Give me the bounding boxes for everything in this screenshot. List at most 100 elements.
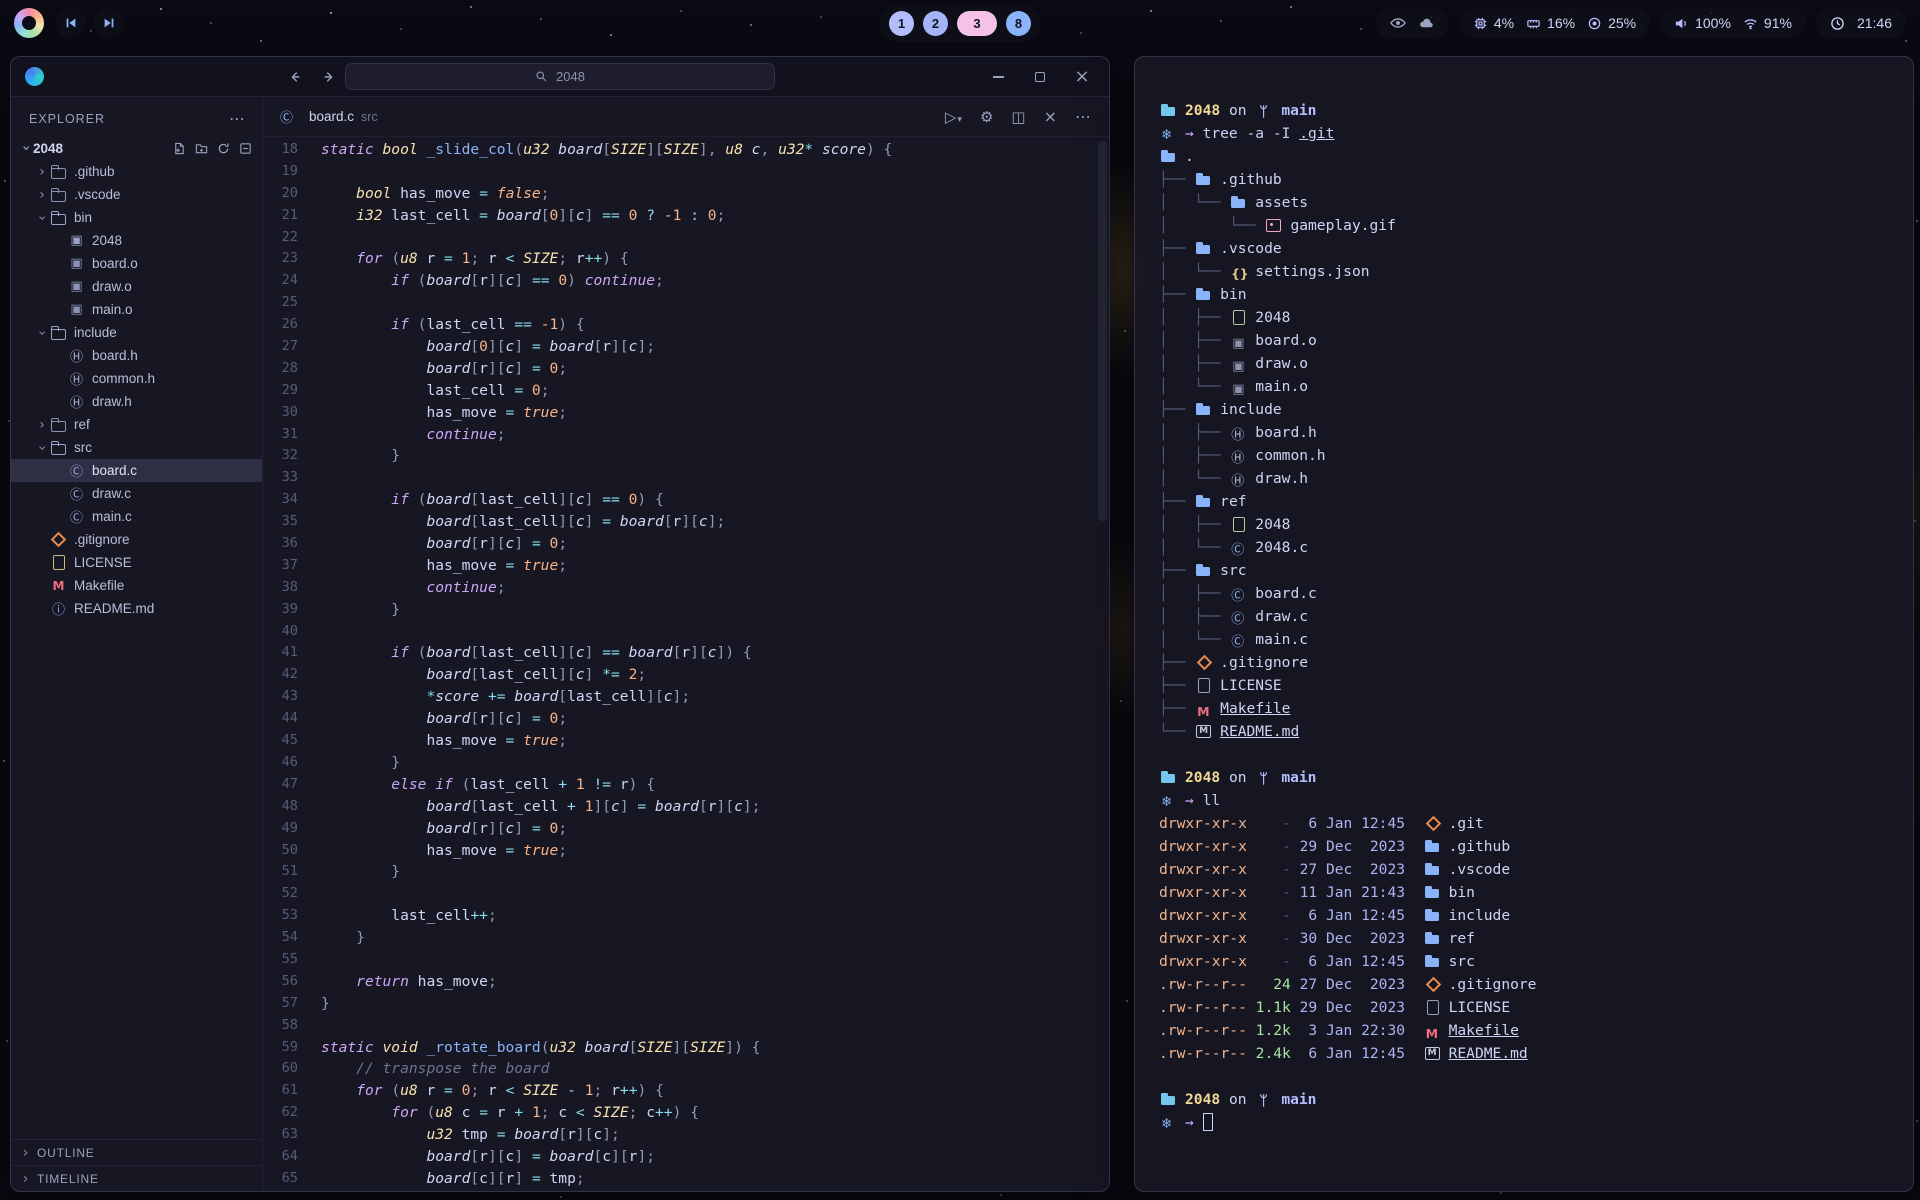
folder-icon: [1194, 239, 1214, 256]
explorer-item-board.c[interactable]: board.c: [11, 459, 262, 482]
vscode-titlebar[interactable]: 2048: [11, 57, 1109, 97]
launcher-icon[interactable]: [14, 8, 44, 38]
editor-scrollbar[interactable]: [1098, 141, 1107, 521]
explorer-item-include[interactable]: ›include: [11, 321, 262, 344]
line-number: 60: [263, 1058, 321, 1080]
workspace-2[interactable]: 2: [923, 11, 948, 36]
command-center-search[interactable]: 2048: [345, 63, 775, 90]
tab-board-c[interactable]: board.c src: [277, 109, 378, 125]
explorer-item-label: include: [74, 325, 117, 340]
new-file-icon[interactable]: [173, 142, 186, 155]
outline-panel[interactable]: › OUTLINE: [11, 1139, 262, 1165]
code-line-26: 26 if (last_cell == -1) {: [263, 314, 1109, 336]
workspace-3-active[interactable]: 3: [957, 11, 997, 36]
explorer-item-label: board.h: [92, 348, 138, 363]
system-stats: 4% 16% 25%: [1459, 8, 1650, 38]
doc-icon: [1423, 998, 1443, 1015]
explorer-item-.vscode[interactable]: ›.vscode: [11, 183, 262, 206]
terminal-line: 2048 on main: [1159, 766, 1889, 789]
code-line-52: 52: [263, 883, 1109, 905]
collapse-all-icon[interactable]: [239, 142, 252, 155]
explorer-item-board.h[interactable]: board.h: [11, 344, 262, 367]
line-number: 45: [263, 730, 321, 752]
terminal-line: ├── src: [1159, 559, 1889, 582]
project-root-row[interactable]: › 2048: [11, 137, 262, 159]
media-prev-button[interactable]: [56, 8, 86, 38]
line-number: 36: [263, 533, 321, 555]
workspace-8[interactable]: 8: [1006, 11, 1031, 36]
readme-icon: [49, 601, 68, 617]
explorer-item-ref[interactable]: ›ref: [11, 413, 262, 436]
obj-icon: [1229, 331, 1249, 348]
explorer-item-main.c[interactable]: main.c: [11, 505, 262, 528]
forward-button[interactable]: [322, 70, 336, 84]
back-button[interactable]: [288, 70, 302, 84]
memory-stat: 16%: [1526, 15, 1575, 31]
refresh-icon[interactable]: [217, 142, 230, 155]
explorer-item-Makefile[interactable]: Makefile: [11, 574, 262, 597]
c-icon: [1229, 630, 1249, 647]
settings-gear-icon[interactable]: [980, 108, 993, 126]
explorer-item-src[interactable]: ›src: [11, 436, 262, 459]
explorer-item-LICENSE[interactable]: LICENSE: [11, 551, 262, 574]
search-value: 2048: [556, 69, 585, 84]
line-number: 32: [263, 445, 321, 467]
terminal-line: │ ├── 2048: [1159, 513, 1889, 536]
run-button[interactable]: [945, 108, 962, 126]
minimize-icon: [993, 76, 1004, 78]
editor-more-actions-icon[interactable]: [1075, 107, 1091, 126]
wifi-icon: [1743, 16, 1758, 31]
explorer-item-label: draw.c: [92, 486, 131, 501]
explorer-item-main.o[interactable]: main.o: [11, 298, 262, 321]
code-line-36: 36 board[r][c] = 0;: [263, 533, 1109, 555]
explorer-item-label: common.h: [92, 371, 155, 386]
code-line-56: 56 return has_move;: [263, 971, 1109, 993]
explorer-item-label: bin: [74, 210, 92, 225]
timeline-panel[interactable]: › TIMELINE: [11, 1165, 262, 1191]
media-next-button[interactable]: [94, 8, 124, 38]
folder-icon: [1423, 906, 1443, 923]
git-icon: [1423, 814, 1443, 831]
explorer-item-draw.h[interactable]: draw.h: [11, 390, 262, 413]
line-number: 34: [263, 489, 321, 511]
new-folder-icon[interactable]: [195, 142, 208, 155]
close-editor-icon[interactable]: [1044, 107, 1057, 126]
explorer-item-.gitignore[interactable]: .gitignore: [11, 528, 262, 551]
explorer-item-draw.c[interactable]: draw.c: [11, 482, 262, 505]
workspace-switcher: 1 2 3 8: [880, 5, 1040, 42]
terminal-line: ├── .github: [1159, 168, 1889, 191]
line-number: 28: [263, 358, 321, 380]
wifi-stat[interactable]: 91%: [1743, 15, 1792, 31]
weather-widget[interactable]: [1376, 8, 1449, 38]
exec-icon: [1229, 515, 1249, 532]
cpu-stat: 4%: [1473, 15, 1514, 31]
close-button[interactable]: [1075, 70, 1089, 84]
code-line-24: 24 if (board[r][c] == 0) continue;: [263, 270, 1109, 292]
terminal-line: → ll: [1159, 789, 1889, 812]
c-icon: [1229, 538, 1249, 555]
split-editor-icon[interactable]: [1011, 108, 1025, 126]
explorer-more-actions-icon[interactable]: [229, 109, 246, 128]
c-icon: [67, 463, 86, 479]
explorer-item-bin[interactable]: ›bin: [11, 206, 262, 229]
code-line-47: 47 else if (last_cell + 1 != r) {: [263, 774, 1109, 796]
explorer-item-README.md[interactable]: README.md: [11, 597, 262, 620]
explorer-item-common.h[interactable]: common.h: [11, 367, 262, 390]
workspace-1[interactable]: 1: [889, 11, 914, 36]
explorer-item-2048[interactable]: 2048: [11, 229, 262, 252]
terminal-line: │ ├── board.h: [1159, 421, 1889, 444]
code-line-53: 53 last_cell++;: [263, 905, 1109, 927]
minimize-button[interactable]: [991, 70, 1005, 84]
volume-stat[interactable]: 100%: [1674, 15, 1731, 31]
explorer-item-.github[interactable]: ›.github: [11, 160, 262, 183]
explorer-item-draw.o[interactable]: draw.o: [11, 275, 262, 298]
clock-widget[interactable]: 21:46: [1816, 8, 1906, 38]
maximize-button[interactable]: [1033, 70, 1047, 84]
code-line-65: 65 board[c][r] = tmp;: [263, 1168, 1109, 1190]
code-editor[interactable]: 18static bool _slide_col(u32 board[SIZE]…: [263, 137, 1109, 1191]
terminal-window[interactable]: 2048 on main→ tree -a -I .git.├── .githu…: [1134, 56, 1914, 1192]
explorer-item-board.o[interactable]: board.o: [11, 252, 262, 275]
line-number: 31: [263, 424, 321, 446]
audio-network-widget[interactable]: 100% 91%: [1660, 8, 1806, 38]
code-line-23: 23 for (u8 r = 1; r < SIZE; r++) {: [263, 248, 1109, 270]
